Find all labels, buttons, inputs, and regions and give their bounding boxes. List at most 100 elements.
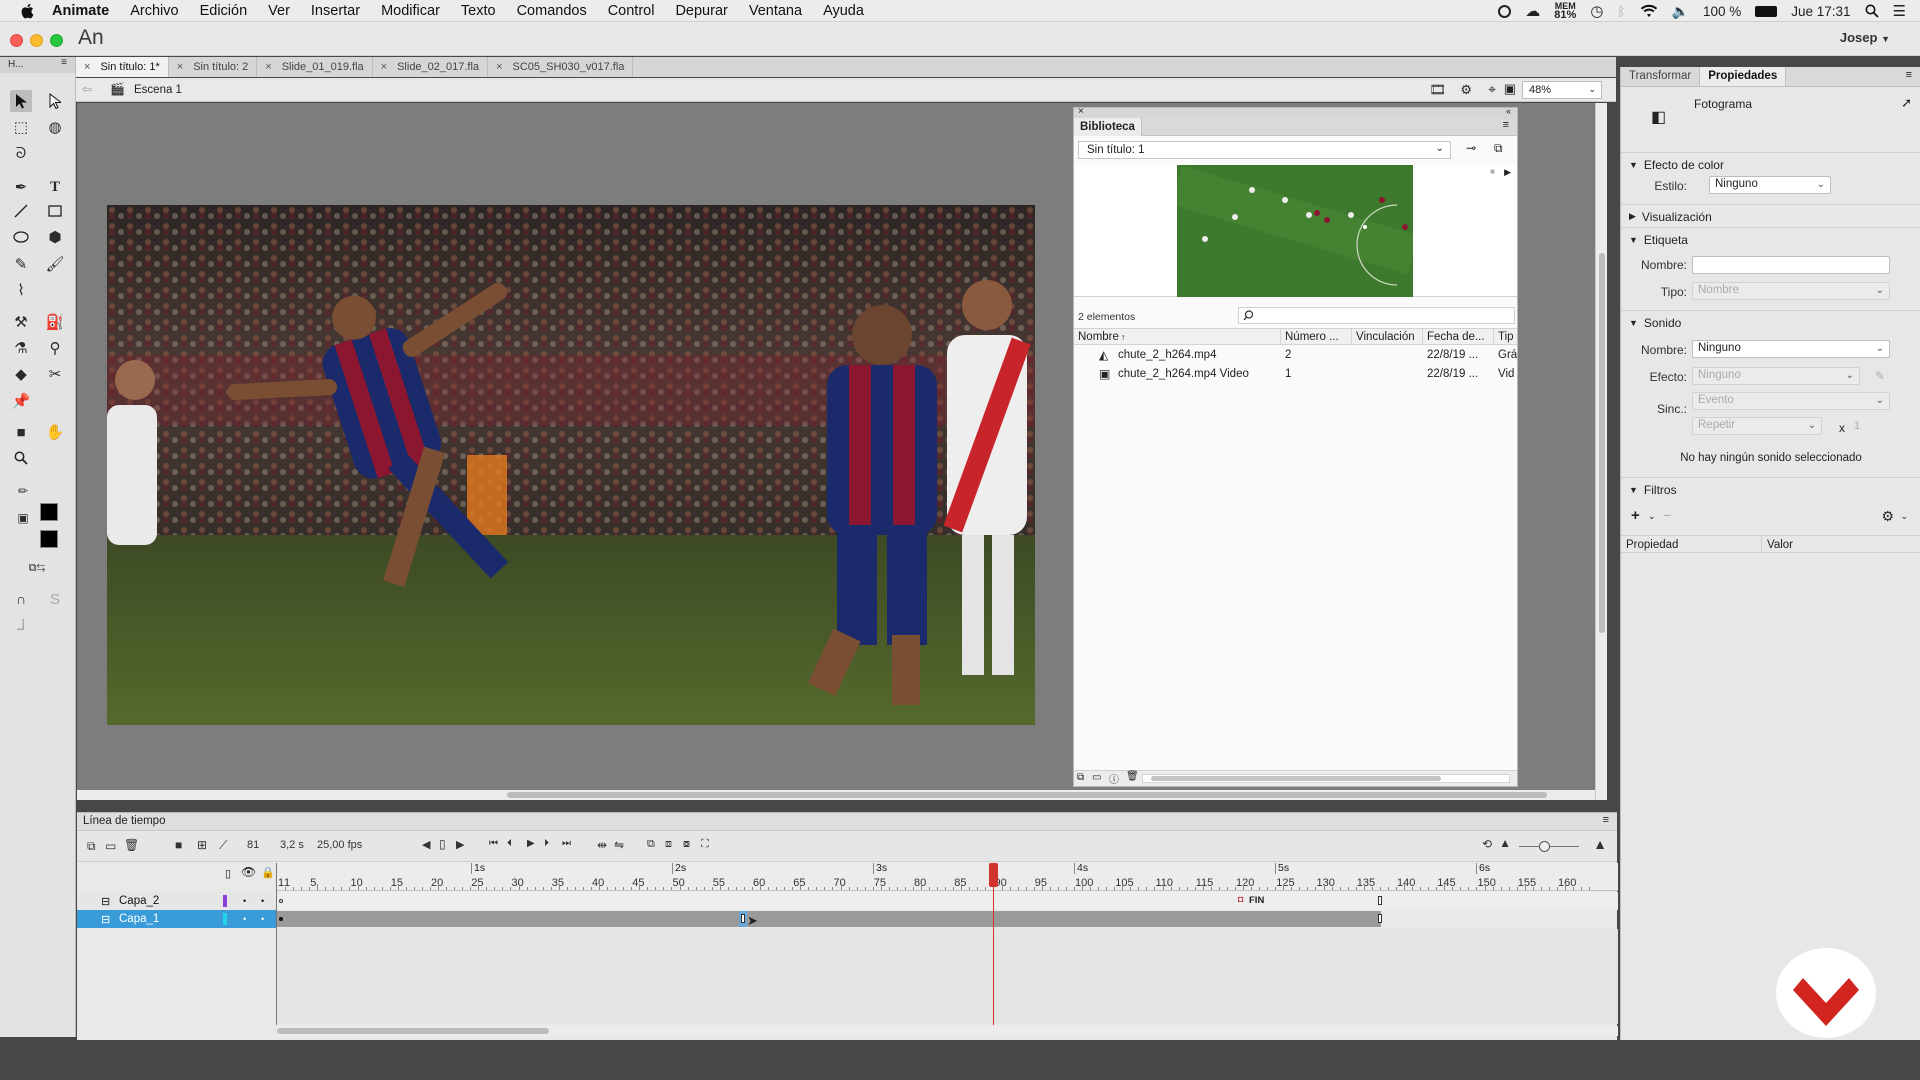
straighten-option-icon[interactable]: ᒧ [10,614,32,636]
zoom-out-timeline-icon[interactable]: ▲ [1499,836,1511,850]
memory-status[interactable]: MEM 81% [1554,2,1576,21]
menu-ventana[interactable]: Ventana [749,3,802,19]
zoom-in-timeline-icon[interactable]: ▲ [1593,836,1607,852]
keyframe-empty[interactable] [279,899,283,903]
delete-icon[interactable]: 🗑 [1126,771,1139,782]
minimize-window-button[interactable] [30,34,43,47]
play-icon[interactable]: ▶ [527,838,535,849]
wifi-icon[interactable] [1640,4,1658,18]
library-item[interactable]: ◭ chute_2_h264.mp4 2 22/8/19 ... Grá [1074,347,1517,365]
close-icon[interactable]: × [265,61,271,73]
edit-multiple-frames-icon[interactable]: ⧇ [683,838,690,851]
pen-tool-icon[interactable]: ✒ [10,176,32,198]
add-filter-icon[interactable]: + [1631,507,1640,524]
playhead-handle[interactable] [989,863,998,887]
paint-brush-tool-icon[interactable]: 🖌 [44,253,66,275]
go-to-last-frame-icon[interactable]: ⏭ [562,838,571,849]
zoom-window-button[interactable] [50,34,63,47]
sound-name-select[interactable]: Ninguno ⌄ [1692,340,1890,358]
scrollbar-thumb[interactable] [277,1028,549,1034]
panel-menu-icon[interactable]: ≡ [61,57,67,68]
snap-grid-icon[interactable]: ⌖ [1488,81,1496,98]
eyedropper-tool-icon[interactable]: ⚲ [44,337,66,359]
tab-sin-titulo-1[interactable]: × Sin título: 1* [76,57,169,77]
hand-tool-icon[interactable]: ✋ [44,421,66,443]
step-back-icon[interactable]: ⏴ [507,838,512,849]
timeline-title[interactable]: Línea de tiempo [83,815,165,827]
play-preview-icon[interactable]: ▶ [1504,167,1511,178]
section-label[interactable]: ▼ Etiqueta [1621,227,1920,251]
rotate-icon[interactable]: ⟲ [1482,837,1492,851]
timeline-horizontal-scrollbar[interactable] [277,1026,1618,1036]
new-layer-icon[interactable]: ⧉ [87,839,96,854]
close-icon[interactable]: × [1078,106,1084,117]
oval-tool-icon[interactable] [10,226,32,248]
menu-depurar[interactable]: Depurar [675,3,727,19]
bone-tool-icon[interactable]: ⚒ [10,311,32,333]
battery-status[interactable]: 100 % [1703,4,1741,19]
spotlight-icon[interactable] [1865,4,1879,18]
tab-sc05[interactable]: × SC05_SH030_v017.fla [488,57,634,77]
visibility-dot[interactable]: • [243,914,246,924]
column-type[interactable]: Tip [1494,329,1519,345]
menu-edicion[interactable]: Edición [200,3,248,19]
stroke-color-swatch[interactable] [40,503,58,521]
menu-archivo[interactable]: Archivo [130,3,178,19]
frame-rate[interactable]: 25,00 fps [317,839,362,851]
filters-col-property[interactable]: Propiedad [1626,539,1678,551]
stroke-color-icon[interactable]: ✏ [14,482,32,500]
close-icon[interactable]: × [381,61,387,73]
tab-propiedades[interactable]: Propiedades [1699,67,1787,86]
delete-layer-icon[interactable]: 🗑 [124,838,139,852]
scrollbar-thumb[interactable] [507,792,1547,798]
polystar-tool-icon[interactable]: ⬢ [44,226,66,248]
scrollbar-thumb[interactable] [1151,776,1441,781]
style-select[interactable]: Ninguno ⌄ [1709,176,1831,194]
layer-parenting-icon[interactable]: ⊞ [197,838,207,852]
panel-menu-icon[interactable]: ≡ [1603,814,1609,826]
slider-knob[interactable] [1539,841,1550,852]
tools-panel-header[interactable]: H... ≡ [0,57,75,73]
layer-color[interactable] [223,913,227,925]
lock-dot[interactable]: • [261,914,264,924]
playhead[interactable] [989,863,998,1025]
edit-symbols-icon[interactable]: ⚙ [1460,82,1472,98]
line-tool-icon[interactable] [10,200,32,222]
bluetooth-icon[interactable]: ᛒ [1617,4,1625,19]
close-icon[interactable]: × [84,61,90,73]
end-frame[interactable] [1378,896,1382,905]
column-date[interactable]: Fecha de... [1423,329,1494,345]
collapse-icon[interactable]: « [1506,106,1511,116]
elapsed-time[interactable]: 3,2 s [280,839,304,851]
zoom-tool-icon[interactable] [10,447,32,469]
visibility-dot[interactable]: • [243,896,246,906]
keyframe[interactable] [279,917,283,921]
notification-center-icon[interactable]: ☰ [1893,2,1906,20]
tab-slide-02[interactable]: × Slide_02_017.fla [373,57,489,77]
end-frame[interactable] [1378,914,1382,923]
filters-col-value[interactable]: Valor [1767,539,1793,551]
new-library-panel-icon[interactable]: ⧉ [1494,141,1503,156]
loop-range-icon[interactable]: ⇋ [614,838,624,852]
sound-effect-select[interactable]: Ninguno ⌄ [1692,367,1860,385]
apple-icon[interactable] [18,1,38,21]
scrollbar-thumb[interactable] [1599,253,1605,633]
time-machine-icon[interactable]: ◷ [1590,2,1603,20]
width-tool-icon[interactable]: ✂ [44,363,66,385]
section-filters[interactable]: ▼ Filtros [1621,477,1920,501]
current-frame[interactable]: 81 [247,839,259,851]
fill-color-icon[interactable]: ▣ [14,509,32,527]
label-type-select[interactable]: Nombre ⌄ [1692,282,1890,300]
stage-video-frame[interactable] [107,205,1035,725]
zoom-select[interactable]: 48% ⌄ [1522,81,1602,99]
column-number[interactable]: Número ... [1281,329,1352,345]
library-horizontal-scrollbar[interactable] [1142,774,1510,783]
section-display[interactable]: ▶ Visualización [1621,204,1920,228]
label-name-input[interactable] [1692,256,1890,274]
loop-icon[interactable]: ▯ [439,837,446,851]
column-name[interactable]: Nombre ↑ [1074,329,1281,345]
gear-icon[interactable]: ⚙ [1881,508,1894,525]
pin-tool-icon[interactable]: 📌 [10,390,32,412]
remove-filter-icon[interactable]: − [1663,507,1671,523]
tab-sin-titulo-2[interactable]: × Sin título: 2 [169,57,258,77]
